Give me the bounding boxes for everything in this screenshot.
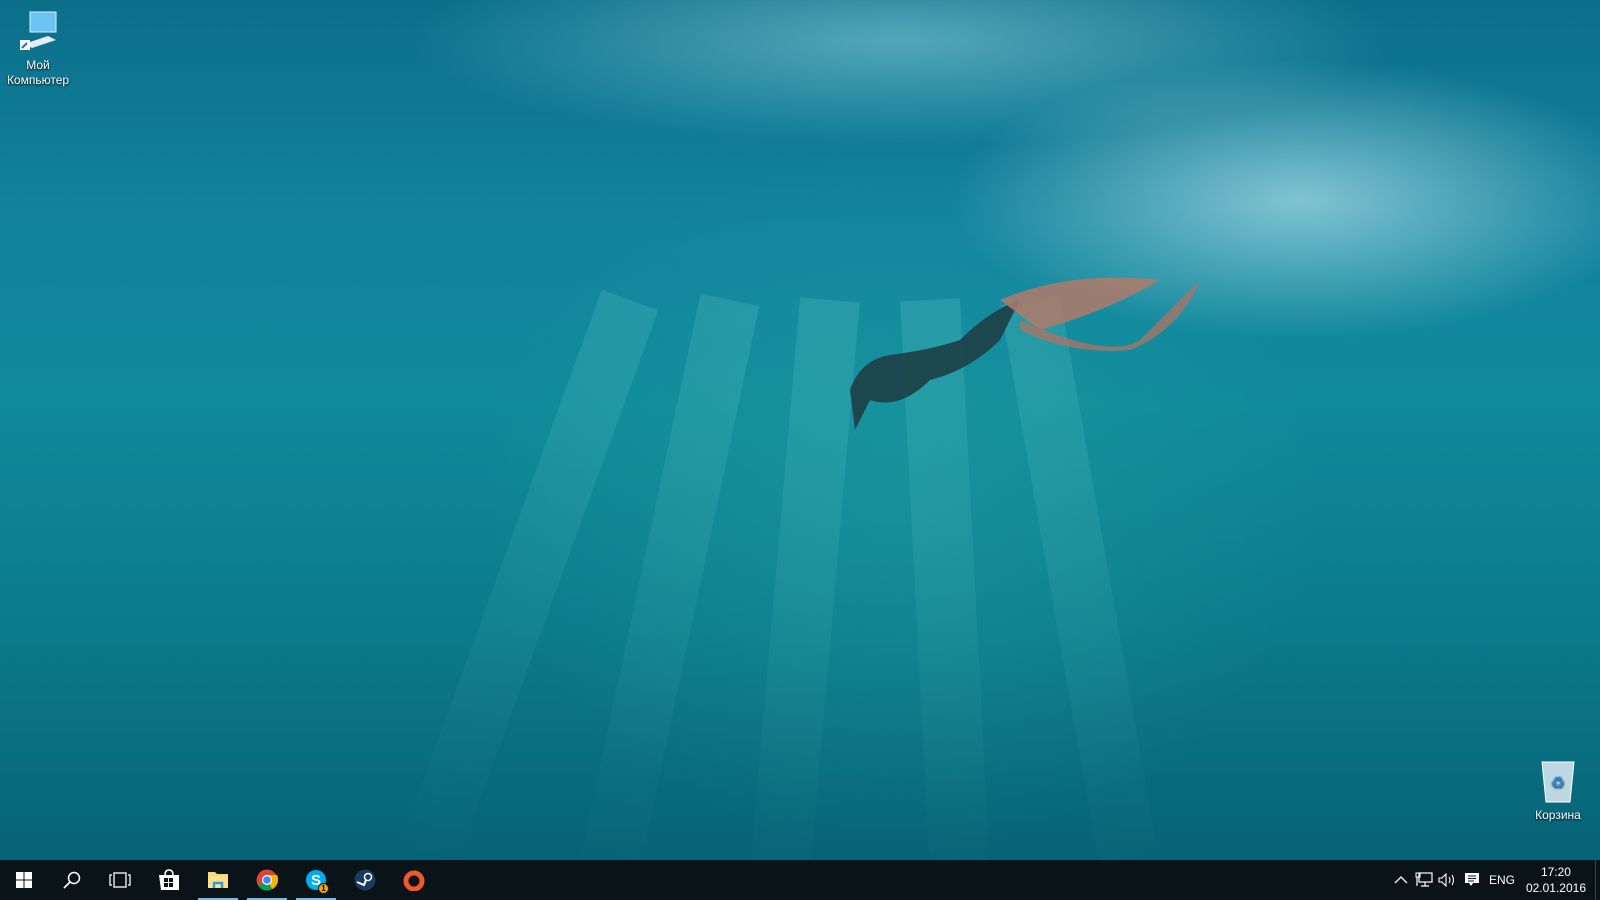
show-hidden-icons-button[interactable] [1390,860,1412,900]
clock-date: 02.01.2016 [1525,881,1586,895]
steam-button[interactable] [341,860,389,900]
volume-button[interactable] [1436,860,1458,900]
chevron-up-icon [1394,876,1408,884]
chrome-button[interactable] [243,860,291,900]
chrome-icon [256,869,278,891]
origin-button[interactable] [390,860,438,900]
windows-logo-icon [16,872,32,888]
origin-icon [403,870,425,891]
swimmer-image [850,277,1200,430]
show-desktop-button[interactable] [1595,860,1600,900]
recycle-bin-icon: ♻ [1541,761,1575,803]
desktop-icon-label: Корзина [1535,808,1581,822]
start-button[interactable] [0,860,48,900]
taskbar: S 1 ENG 17:20 02.01.2016 [0,860,1600,900]
desktop-icon-label: Компьютер [6,73,70,87]
volume-icon [1438,873,1455,887]
clock-button[interactable]: 17:20 02.01.2016 [1526,864,1586,896]
notification-icon [1465,873,1479,886]
desktop-icon-label: Мой [26,58,50,72]
file-explorer-button[interactable] [194,860,242,900]
notification-badge: 1 [318,883,329,894]
desktop-icon-recycle-bin[interactable]: ♻ Корзина [1520,758,1596,823]
steam-icon [354,869,376,891]
skype-button[interactable]: S 1 [292,860,340,900]
search-button[interactable] [48,860,96,900]
network-button[interactable] [1413,860,1435,900]
input-language-button[interactable]: ENG [1488,860,1516,900]
store-button[interactable] [145,860,193,900]
network-icon [1415,872,1433,887]
clock-time: 17:20 [1540,865,1571,879]
desktop-icon-my-computer[interactable]: Мой Компьютер [0,10,76,88]
folder-icon [208,872,228,888]
task-view-icon [109,872,131,888]
search-icon [63,871,81,889]
store-icon [159,869,179,890]
task-view-button[interactable] [96,860,144,900]
action-center-button[interactable] [1460,860,1484,900]
svg-text:♻: ♻ [1551,775,1565,792]
computer-icon [20,11,57,50]
